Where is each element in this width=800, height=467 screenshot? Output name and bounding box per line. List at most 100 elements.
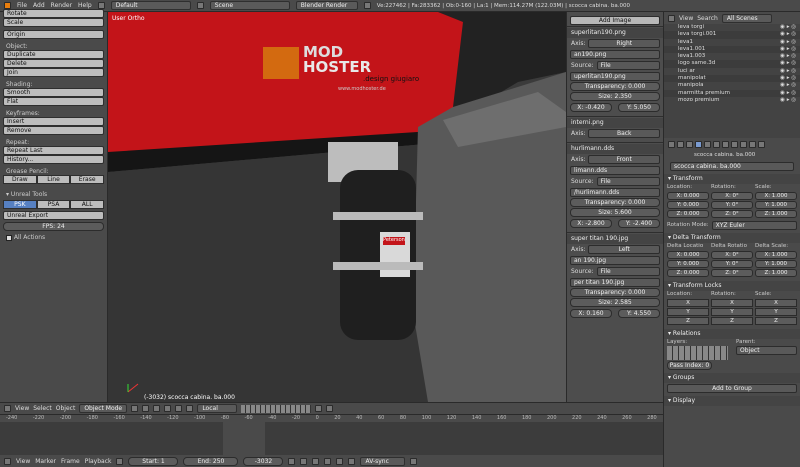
remove-keyframe-button[interactable]: Remove	[3, 126, 104, 135]
outliner-item[interactable]: leva1.003 ◉ ▸ ◎	[664, 53, 800, 60]
bg-image-3-title[interactable]: hurlimann.dds	[567, 144, 663, 154]
size-field-1[interactable]: Size: 2.350	[570, 92, 660, 101]
scale-y[interactable]: Y: 1.000	[755, 201, 797, 209]
record-icon[interactable]	[116, 457, 124, 465]
rot-x[interactable]: X: 0°	[711, 192, 753, 200]
rotation-mode-dropdown[interactable]: XYZ Euler	[711, 221, 797, 230]
scale-button[interactable]: Scale	[3, 18, 104, 27]
scene-filter-dropdown[interactable]: All Scenes	[721, 13, 772, 23]
bg-image-2-title[interactable]: interni.png	[567, 118, 663, 128]
drot-z[interactable]: Z: 0°	[711, 269, 753, 277]
scale-x[interactable]: X: 1.000	[755, 192, 797, 200]
image-file-field-3[interactable]: limann.dds	[570, 166, 660, 175]
lock-scale-z[interactable]: Z	[755, 317, 797, 325]
loc-x[interactable]: X: 0.000	[667, 192, 709, 200]
play-reverse-icon[interactable]	[312, 457, 320, 465]
lock-rot-y[interactable]: Y	[711, 308, 753, 316]
image-path-1[interactable]: uperlitan190.png	[570, 72, 660, 81]
offset-y-4[interactable]: Y: 4.550	[618, 309, 660, 318]
scale-z[interactable]: Z: 1.000	[755, 210, 797, 218]
keying-set-icon[interactable]	[410, 457, 418, 465]
offset-x-4[interactable]: X: 0.160	[570, 309, 612, 318]
locks-panel-header[interactable]: ▾ Transform Locks	[664, 281, 800, 291]
draw-button[interactable]: Draw	[3, 175, 37, 184]
psa-tab[interactable]: PSA	[36, 200, 71, 209]
join-button[interactable]: Join	[3, 68, 104, 77]
rotate-button[interactable]: Rotate	[3, 9, 104, 18]
dloc-x[interactable]: X: 0.000	[667, 251, 709, 259]
end-frame-field[interactable]: End: 250	[183, 456, 239, 466]
outliner-search-menu[interactable]: Search	[697, 15, 718, 22]
display-panel-header[interactable]: ▾ Display	[664, 396, 800, 406]
transparency-field-4[interactable]: Transparency: 0.000	[570, 288, 660, 297]
mode-dropdown[interactable]: Object Mode	[79, 404, 128, 413]
scale-icon[interactable]	[186, 405, 194, 412]
jump-end-icon[interactable]	[348, 457, 356, 465]
menu-file[interactable]: File	[17, 2, 27, 9]
render-tab-icon[interactable]	[668, 140, 675, 148]
delta-panel-header[interactable]: ▾ Delta Transform	[664, 233, 800, 243]
loc-z[interactable]: Z: 0.000	[667, 210, 709, 218]
jump-start-icon[interactable]	[288, 457, 296, 465]
size-field-4[interactable]: Size: 2.585	[570, 298, 660, 307]
unreal-export-button[interactable]: Unreal Export	[3, 211, 104, 220]
visibility-eye-icon[interactable]: ◉ ▸ ◎	[780, 82, 796, 89]
axis-dropdown-1[interactable]: Right	[588, 39, 660, 48]
outliner-item[interactable]: leva1 ◉ ▸ ◎	[664, 39, 800, 46]
menu-add[interactable]: Add	[33, 2, 45, 9]
visibility-eye-icon[interactable]: ◉ ▸ ◎	[780, 97, 796, 104]
image-file-field-1[interactable]: an190.png	[570, 50, 660, 59]
line-button[interactable]: Line	[36, 175, 71, 184]
visibility-eye-icon[interactable]: ◉ ▸ ◎	[780, 75, 796, 82]
source-dropdown-4[interactable]: File	[596, 267, 660, 276]
layer-buttons[interactable]	[241, 404, 312, 413]
render-engine-dropdown[interactable]: Blender Render	[295, 1, 358, 10]
pass-index-field[interactable]: Pass Index: 0	[667, 361, 712, 370]
all-actions-checkbox[interactable]: All Actions	[0, 233, 107, 241]
visibility-eye-icon[interactable]: ◉ ▸ ◎	[780, 24, 796, 31]
repeat-last-button[interactable]: Repeat Last	[3, 146, 104, 155]
source-dropdown-3[interactable]: File	[596, 177, 660, 186]
rot-y[interactable]: Y: 0°	[711, 201, 753, 209]
timeline-playback-menu[interactable]: Playback	[85, 458, 112, 465]
outliner-item[interactable]: leva torgi ◉ ▸ ◎	[664, 24, 800, 31]
material-tab-icon[interactable]	[731, 140, 738, 148]
origin-button[interactable]: Origin	[3, 30, 104, 39]
lock-loc-x[interactable]: X	[667, 299, 709, 307]
shading-icon[interactable]	[131, 405, 139, 412]
translate-icon[interactable]	[164, 405, 172, 412]
outliner-item[interactable]: leva torgi.001 ◉ ▸ ◎	[664, 31, 800, 39]
lock-scale-x[interactable]: X	[755, 299, 797, 307]
manipulator-icon[interactable]	[153, 405, 161, 412]
dloc-z[interactable]: Z: 0.000	[667, 269, 709, 277]
next-keyframe-icon[interactable]	[336, 457, 344, 465]
history-button[interactable]: History...	[3, 155, 104, 164]
object-menu[interactable]: Object	[56, 405, 76, 412]
world-tab-icon[interactable]	[686, 140, 693, 148]
erase-button[interactable]: Erase	[70, 175, 105, 184]
outliner-item[interactable]: manipola ◉ ▸ ◎	[664, 82, 800, 89]
insert-keyframe-button[interactable]: Insert	[3, 117, 104, 126]
texture-tab-icon[interactable]	[740, 140, 747, 148]
menu-render[interactable]: Render	[51, 2, 72, 9]
play-icon[interactable]	[324, 457, 332, 465]
layers-grid[interactable]	[667, 346, 728, 360]
timeline-marker-menu[interactable]: Marker	[35, 458, 56, 465]
object-name-field[interactable]: scocca cabina. ba.000	[670, 162, 794, 171]
lock-loc-z[interactable]: Z	[667, 317, 709, 325]
start-frame-field[interactable]: Start: 1	[128, 456, 179, 466]
visibility-eye-icon[interactable]: ◉ ▸ ◎	[780, 60, 796, 67]
source-dropdown-1[interactable]: File	[596, 61, 660, 70]
lock-scale-y[interactable]: Y	[755, 308, 797, 316]
offset-y-1[interactable]: Y: 5.050	[618, 103, 660, 112]
dscale-z[interactable]: Z: 1.000	[755, 269, 797, 277]
modifiers-tab-icon[interactable]	[713, 140, 720, 148]
visibility-eye-icon[interactable]: ◉ ▸ ◎	[780, 90, 796, 97]
loc-y[interactable]: Y: 0.000	[667, 201, 709, 209]
dscale-x[interactable]: X: 1.000	[755, 251, 797, 259]
editor-type-icon[interactable]	[4, 405, 11, 412]
outliner-item[interactable]: luci ar ◉ ▸ ◎	[664, 68, 800, 75]
all-tab[interactable]: ALL	[70, 200, 105, 209]
3d-viewport[interactable]: User Ortho MOD HOSTER .design giugiaro w…	[108, 12, 566, 402]
transparency-field-3[interactable]: Transparency: 0.000	[570, 198, 660, 207]
